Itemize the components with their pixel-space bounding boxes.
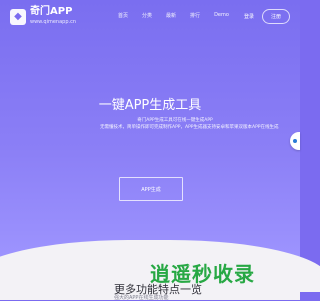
hero-description: 奇门APP生成工具可在线一键生成APP 无需懂技术，简单操作即可完成制作APP，… xyxy=(100,117,279,131)
logo-title: 奇门APP xyxy=(30,6,73,17)
main-nav: 首页 分类 最新 排行 Demo xyxy=(118,12,229,19)
hero-description-line: 奇门APP生成工具可在线一键生成APP xyxy=(137,118,213,123)
nav-item-ranking[interactable]: 排行 xyxy=(190,12,200,19)
app-generate-button[interactable]: APP生成 xyxy=(119,177,183,201)
nav-item-home[interactable]: 首页 xyxy=(118,12,128,19)
hero-title: 一键APP生成工具 xyxy=(98,98,202,113)
watermark-text: 逍遥秒收录 xyxy=(150,262,255,286)
nav-item-latest[interactable]: 最新 xyxy=(166,12,176,19)
logo-icon: ◆ xyxy=(10,9,26,25)
register-button[interactable]: 注册 xyxy=(261,9,290,24)
logo[interactable]: ◆ 奇门APP www.qimenapp.cn xyxy=(10,7,76,27)
hero-background xyxy=(0,0,320,292)
nav-item-demo[interactable]: Demo xyxy=(214,12,229,19)
nav-item-categories[interactable]: 分类 xyxy=(142,12,152,19)
auth-area: 登录 注册 xyxy=(244,9,290,24)
logo-url: www.qimenapp.cn xyxy=(30,19,76,25)
login-link[interactable]: 登录 xyxy=(244,13,254,20)
hero-description-line: 无需懂技术，简单操作即可完成制作APP，APP生成器支持安卓和苹果双版本APP在… xyxy=(100,125,279,130)
